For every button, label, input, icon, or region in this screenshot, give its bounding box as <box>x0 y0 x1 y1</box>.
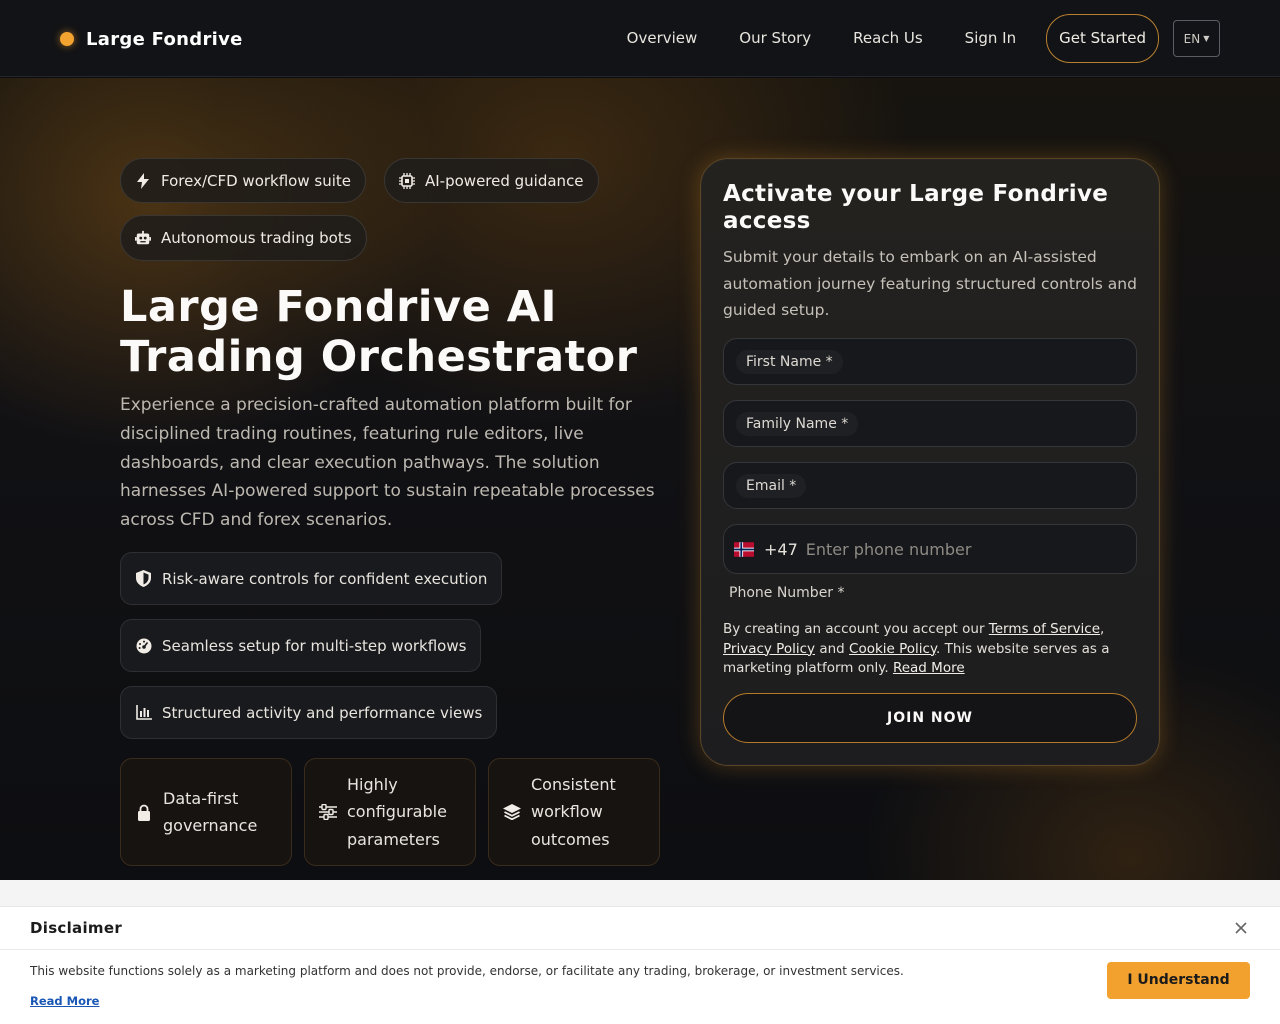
shield-icon <box>135 570 152 587</box>
disclaimer-banner: Disclaimer This website functions solely… <box>0 906 1280 1024</box>
terms-of-service-link[interactable]: Terms of Service <box>989 621 1100 637</box>
disclaimer-divider <box>0 949 1280 950</box>
card-label: Data-first governance <box>163 788 258 836</box>
hero-title: Large Fondrive AI Trading Orchestrator <box>120 282 638 382</box>
brand-dot-icon <box>60 32 74 46</box>
feature-label: Risk-aware controls for confident execut… <box>162 569 488 588</box>
email-field[interactable]: Email * <box>723 462 1137 509</box>
disclaimer-read-more-link[interactable]: Read More <box>30 994 99 1008</box>
language-code: EN <box>1183 31 1201 46</box>
nav-link-overview[interactable]: Overview <box>606 14 719 63</box>
family-name-field[interactable]: Family Name * <box>723 400 1137 447</box>
brand-logo[interactable]: Large Fondrive <box>60 24 243 54</box>
terms-read-more-link[interactable]: Read More <box>893 660 965 676</box>
lock-icon <box>135 803 153 821</box>
terms-notice: By creating an account you accept our Te… <box>723 621 1110 676</box>
brand-name: Large Fondrive <box>86 28 243 50</box>
card-label: Highly configurable parameters <box>347 774 447 849</box>
card-data-first-governance: Data-first governance <box>120 758 292 866</box>
phone-number-label: Phone Number * <box>729 585 845 601</box>
disclaimer-title: Disclaimer <box>30 919 123 937</box>
feature-risk-aware: Risk-aware controls for confident execut… <box>120 552 503 605</box>
section-divider <box>0 880 1280 906</box>
nav-link-our-story[interactable]: Our Story <box>718 14 832 63</box>
feature-seamless-setup: Seamless setup for multi-step workflows <box>120 619 482 672</box>
terms-and: and <box>819 640 845 657</box>
robot-icon <box>135 230 151 246</box>
pill-ai-guidance: AI-powered guidance <box>384 158 599 203</box>
lightning-icon <box>135 172 151 189</box>
language-selector[interactable]: EN ▼ <box>1173 20 1220 57</box>
gauge-icon <box>135 637 152 654</box>
nav-link-sign-in[interactable]: Sign In <box>944 14 1037 63</box>
feature-label: Structured activity and performance view… <box>162 703 483 722</box>
first-name-label: First Name * <box>736 350 843 374</box>
pill-trading-bots: Autonomous trading bots <box>120 215 367 261</box>
main-nav: Overview Our Story Reach Us Sign In Get … <box>606 14 1220 63</box>
first-name-field[interactable]: First Name * <box>723 338 1137 385</box>
pill-label: Autonomous trading bots <box>161 229 352 247</box>
card-consistent-outcomes: Consistent workflow outcomes <box>488 758 660 866</box>
pill-label: Forex/CFD workflow suite <box>161 171 351 190</box>
terms-prefix: By creating an account you accept our <box>723 621 985 637</box>
feature-structured-views: Structured activity and performance view… <box>120 686 498 739</box>
form-subtitle: Submit your details to embark on an AI-a… <box>723 248 1137 319</box>
pill-label: AI-powered guidance <box>425 171 584 190</box>
sliders-icon <box>319 803 337 821</box>
phone-input[interactable] <box>805 539 1136 559</box>
nav-link-reach-us[interactable]: Reach Us <box>832 14 944 63</box>
family-name-label: Family Name * <box>736 412 859 436</box>
close-icon[interactable] <box>1232 919 1250 937</box>
cookie-policy-link[interactable]: Cookie Policy <box>849 641 936 657</box>
caret-down-icon: ▼ <box>1203 34 1210 43</box>
top-navigation-bar: Large Fondrive Overview Our Story Reach … <box>0 0 1280 77</box>
disclaimer-text: This website functions solely as a marke… <box>30 964 904 978</box>
card-configurable-parameters: Highly configurable parameters <box>304 758 476 866</box>
signup-form-panel: Activate your Large Fondrive access Subm… <box>700 158 1160 766</box>
privacy-policy-link[interactable]: Privacy Policy <box>723 641 815 657</box>
card-label: Consistent workflow outcomes <box>531 774 616 849</box>
bar-chart-icon <box>135 704 152 721</box>
hero-description: Experience a precision-crafted automatio… <box>120 395 655 531</box>
pill-forex-cfd: Forex/CFD workflow suite <box>120 158 366 203</box>
phone-field: +47 <box>723 524 1137 574</box>
join-now-button[interactable]: JOIN NOW <box>723 693 1137 743</box>
norway-flag-icon[interactable] <box>734 541 754 557</box>
feature-label: Seamless setup for multi-step workflows <box>162 636 467 655</box>
dial-code: +47 <box>764 539 798 559</box>
form-title: Activate your Large Fondrive access <box>723 181 1109 234</box>
get-started-button[interactable]: Get Started <box>1046 14 1159 63</box>
i-understand-button[interactable]: I Understand <box>1107 962 1250 999</box>
email-label: Email * <box>736 474 807 498</box>
layers-icon <box>503 803 521 821</box>
chip-icon <box>399 172 415 189</box>
